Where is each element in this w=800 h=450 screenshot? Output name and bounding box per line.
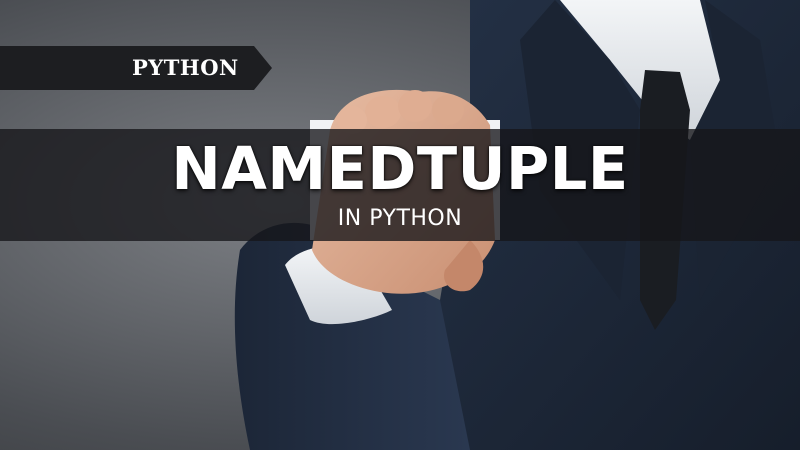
page-subtitle: IN PYTHON xyxy=(337,206,463,231)
category-label: PYTHON xyxy=(132,55,239,80)
page-title: NAMEDTUPLE xyxy=(171,134,629,203)
thumbnail-canvas: PYTHON NAMEDTUPLE IN PYTHON xyxy=(0,0,800,450)
